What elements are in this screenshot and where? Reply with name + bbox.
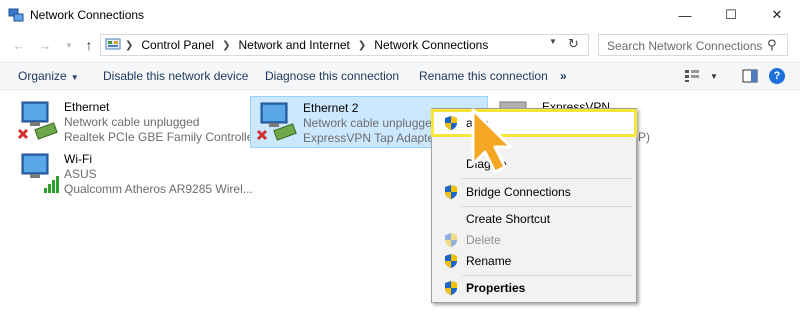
minimize-button[interactable]: — xyxy=(662,0,708,30)
connection-name: Wi-Fi xyxy=(64,152,92,166)
menu-item-properties[interactable]: Properties xyxy=(434,277,634,299)
uac-shield-icon xyxy=(445,233,457,247)
forward-arrow-icon[interactable]: → xyxy=(36,36,54,54)
connection-status: Network cable unplugged xyxy=(64,115,200,129)
breadcrumb-separator-icon[interactable]: ❯ xyxy=(358,40,366,51)
search-box[interactable]: Search Network Connections ⚲ xyxy=(598,34,788,56)
menu-separator xyxy=(462,206,632,207)
breadcrumb-control-panel[interactable]: Control Panel xyxy=(141,38,214,52)
close-button[interactable]: ✕ xyxy=(754,0,800,30)
wifi-adapter-icon xyxy=(21,153,59,193)
menu-separator xyxy=(462,178,632,179)
breadcrumb-separator-icon[interactable]: ❯ xyxy=(222,40,230,51)
view-options: ▼ xyxy=(684,69,758,83)
menu-item-label: Create Shortcut xyxy=(466,212,551,226)
rename-connection-button[interactable]: Rename this connection xyxy=(419,69,548,83)
preview-pane-icon[interactable] xyxy=(742,69,758,83)
breadcrumb-separator-icon[interactable]: ❯ xyxy=(125,40,133,51)
menu-item-bridge-connections[interactable]: Bridge Connections xyxy=(434,181,634,203)
command-bar: Organize ▼ Disable this network device Di… xyxy=(0,62,800,90)
view-dropdown-icon[interactable]: ▼ xyxy=(710,72,718,81)
menu-item-rename[interactable]: Rename xyxy=(434,250,634,272)
connection-item-wifi[interactable]: Wi-Fi ASUS Qualcomm Atheros AR9285 Wirel… xyxy=(12,148,262,200)
network-connections-icon xyxy=(8,8,24,22)
organize-menu-button[interactable]: Organize ▼ xyxy=(18,69,79,83)
address-bar[interactable]: ❯ Control Panel ❯ Network and Internet ❯… xyxy=(100,34,589,56)
menu-item-label: Bridge Connections xyxy=(466,185,571,199)
menu-item-label: Rename xyxy=(466,254,512,268)
connections-list: Ethernet Network cable unplugged Realtek… xyxy=(0,90,800,312)
refresh-icon[interactable]: ↻ xyxy=(568,36,579,52)
uac-shield-icon xyxy=(445,254,457,268)
menu-item-create-shortcut[interactable]: Create Shortcut xyxy=(434,208,634,230)
menu-separator xyxy=(462,275,632,276)
connection-item-ethernet[interactable]: Ethernet Network cable unplugged Realtek… xyxy=(12,96,257,148)
disable-device-button[interactable]: Disable this network device xyxy=(103,69,248,83)
uac-shield-icon xyxy=(445,185,457,199)
recent-locations-chevron-icon[interactable]: ▼ xyxy=(60,36,78,54)
connection-device: ExpressVPN Tap Adapter xyxy=(303,131,439,145)
connection-name: Ethernet 2 xyxy=(303,101,359,115)
control-panel-icon xyxy=(105,38,121,50)
menu-item-label: Delete xyxy=(466,233,501,247)
breadcrumb-network-and-internet[interactable]: Network and Internet xyxy=(239,38,350,52)
menu-item-label: Properties xyxy=(466,281,526,295)
address-dropdown-icon[interactable]: ▼ xyxy=(549,37,557,46)
search-input[interactable]: Search Network Connections xyxy=(607,39,762,53)
up-arrow-icon[interactable]: ↑ xyxy=(80,36,98,54)
breadcrumb: ❯ Control Panel ❯ Network and Internet ❯… xyxy=(123,38,488,52)
breadcrumb-network-connections[interactable]: Network Connections xyxy=(374,38,488,52)
search-icon[interactable]: ⚲ xyxy=(767,37,777,53)
ethernet-adapter-icon xyxy=(256,102,297,141)
diagnose-connection-button[interactable]: Diagnose this connection xyxy=(265,69,399,83)
connection-name: Ethernet xyxy=(64,100,110,114)
connection-device: Realtek PCIe GBE Family Controller xyxy=(64,130,258,144)
connection-device: Qualcomm Atheros AR9285 Wirel... xyxy=(64,182,253,196)
back-arrow-icon[interactable]: ← xyxy=(10,36,28,54)
chevron-down-icon: ▼ xyxy=(70,73,79,82)
organize-label: Organize xyxy=(18,69,67,83)
connection-device: P) xyxy=(638,130,650,144)
connection-status: Network cable unplugged xyxy=(303,116,439,130)
ethernet-adapter-icon xyxy=(17,101,58,140)
pointer-cursor-icon xyxy=(471,108,513,174)
change-view-icon[interactable] xyxy=(684,69,700,83)
connection-status: ASUS xyxy=(64,167,97,181)
more-commands-button[interactable]: » xyxy=(560,69,567,83)
help-icon[interactable]: ? xyxy=(769,68,785,84)
window-title: Network Connections xyxy=(30,8,145,22)
menu-item-delete[interactable]: Delete xyxy=(434,229,634,251)
address-row: ← → ▼ ↑ ❯ Control Panel ❯ Network and In… xyxy=(0,30,800,60)
title-bar: Network Connections — ☐ ✕ xyxy=(0,0,800,30)
uac-shield-icon xyxy=(445,281,457,295)
maximize-button[interactable]: ☐ xyxy=(708,0,754,30)
